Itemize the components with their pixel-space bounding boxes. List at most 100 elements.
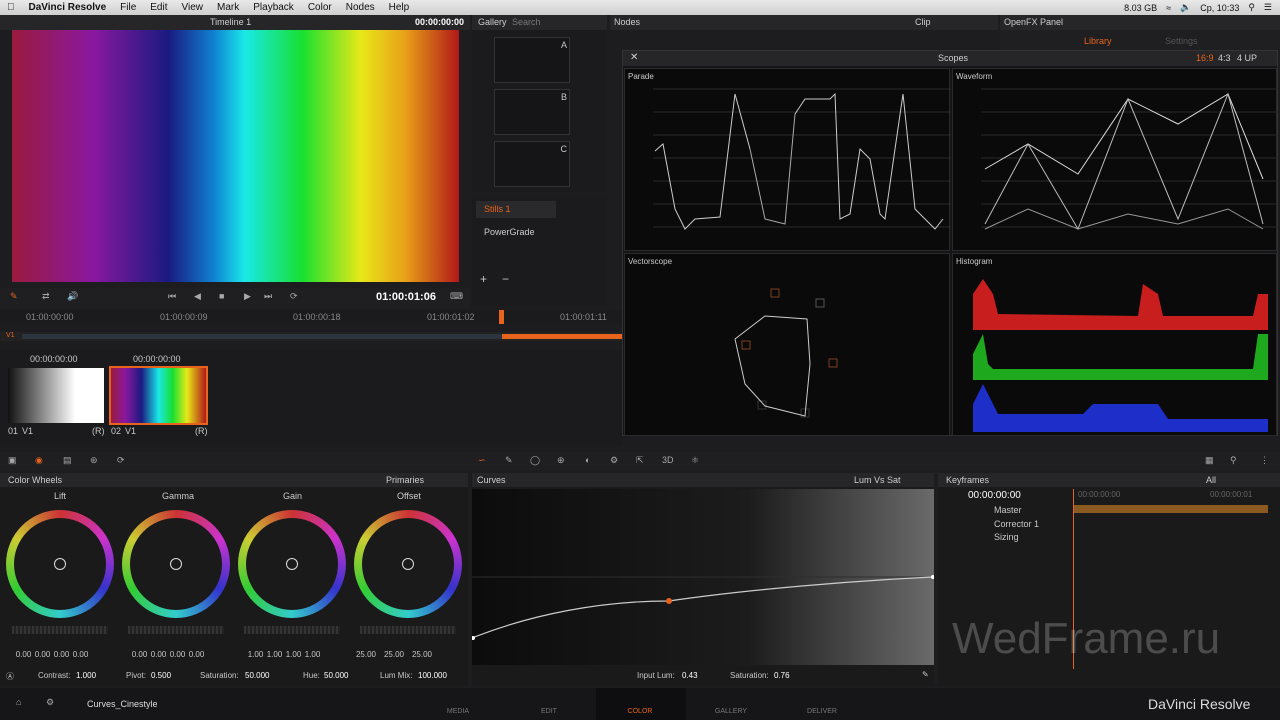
- menu-edit[interactable]: Edit: [143, 2, 174, 13]
- curves-mode-select[interactable]: Lum Vs Sat: [854, 475, 901, 485]
- step-back-icon[interactable]: ◀: [194, 291, 201, 302]
- grid-icon[interactable]: ▦: [1205, 455, 1214, 466]
- tab-color[interactable]: COLOR: [610, 708, 670, 715]
- home-icon[interactable]: ⌂: [16, 697, 21, 707]
- lift-jog[interactable]: [12, 626, 108, 634]
- skip-forward-icon[interactable]: ⏭: [264, 291, 272, 302]
- keyframes-filter[interactable]: All: [1206, 475, 1216, 485]
- loop-icon[interactable]: ⟳: [290, 291, 298, 302]
- settings-icon[interactable]: ⚙: [46, 697, 54, 708]
- more-icon[interactable]: ⋮: [1260, 455, 1269, 466]
- gallery-search[interactable]: Search: [512, 17, 541, 27]
- saturation-output-value[interactable]: 0.76: [774, 671, 790, 680]
- tab-library[interactable]: Library: [1084, 36, 1112, 46]
- list-icon[interactable]: ☰: [1264, 2, 1272, 13]
- zoom-icon[interactable]: ⚲: [1230, 455, 1237, 466]
- layout-select[interactable]: 4 UP: [1237, 53, 1257, 63]
- add-icon[interactable]: +: [480, 272, 487, 286]
- timeline-title[interactable]: Timeline 1: [210, 17, 251, 27]
- primaries-select[interactable]: Primaries: [386, 475, 424, 485]
- gain-wheel[interactable]: [238, 510, 346, 618]
- offset-values[interactable]: 25.00 25.00 25.00: [352, 650, 436, 659]
- tab-media[interactable]: MEDIA: [428, 708, 488, 715]
- eyedropper-icon[interactable]: ✎: [10, 291, 18, 302]
- tab-edit[interactable]: EDIT: [519, 708, 579, 715]
- lift-wheel[interactable]: [6, 510, 114, 618]
- speaker-icon[interactable]: 🔊: [67, 291, 78, 302]
- curves-icon[interactable]: ∽: [478, 455, 486, 466]
- nodes-icon[interactable]: ⊛: [90, 455, 98, 466]
- refresh-icon[interactable]: ⟳: [117, 455, 125, 466]
- contrast-value[interactable]: 1.000: [76, 671, 96, 680]
- timeline-ruler[interactable]: 01:00:00:00 01:00:00:09 01:00:00:18 01:0…: [0, 310, 622, 324]
- menu-help[interactable]: Help: [382, 2, 417, 13]
- color-wheels-icon[interactable]: ◉: [35, 455, 43, 466]
- kf-corrector[interactable]: Corrector 1: [994, 519, 1039, 529]
- curve-point[interactable]: [666, 598, 672, 604]
- menu-view[interactable]: View: [175, 2, 211, 13]
- gamma-values[interactable]: 0.00 0.00 0.00 0.00: [130, 650, 206, 659]
- still-a[interactable]: A: [494, 37, 570, 83]
- menu-color[interactable]: Color: [301, 2, 339, 13]
- album-stills[interactable]: Stills 1: [476, 201, 556, 218]
- blur-icon[interactable]: ◐: [585, 455, 590, 465]
- menu-nodes[interactable]: Nodes: [339, 2, 382, 13]
- apple-icon[interactable]: : [0, 2, 22, 13]
- auto-balance-icon[interactable]: Ⓐ: [6, 671, 14, 682]
- stop-icon[interactable]: ■: [219, 291, 224, 301]
- gain-values[interactable]: 1.00 1.00 1.00 1.00: [246, 650, 322, 659]
- app-menu[interactable]: DaVinci Resolve: [22, 2, 114, 13]
- shuffle-icon[interactable]: ⇄: [42, 291, 50, 302]
- skip-back-icon[interactable]: ⏮: [168, 291, 176, 302]
- menu-mark[interactable]: Mark: [210, 2, 246, 13]
- gamma-puck[interactable]: [170, 558, 182, 570]
- clip-1-track[interactable]: [22, 334, 502, 339]
- input-lum-value[interactable]: 0.43: [682, 671, 698, 680]
- bars-icon[interactable]: ▤: [63, 455, 72, 466]
- gain-puck[interactable]: [286, 558, 298, 570]
- hue-value[interactable]: 50.000: [324, 671, 348, 680]
- play-icon[interactable]: ▶: [244, 291, 251, 302]
- kf-master[interactable]: Master: [994, 505, 1022, 515]
- curves-graph[interactable]: [472, 489, 934, 665]
- album-powergrade[interactable]: PowerGrade: [484, 227, 535, 237]
- window-icon[interactable]: ◯: [530, 455, 540, 466]
- 3d-icon[interactable]: 3D: [662, 455, 674, 465]
- gamma-wheel[interactable]: [122, 510, 230, 618]
- nodes-clip-mode[interactable]: Clip: [915, 17, 931, 27]
- close-icon[interactable]: ✕: [630, 52, 638, 63]
- clip-thumb-2[interactable]: [109, 366, 208, 425]
- flask-icon[interactable]: ⚛: [691, 455, 699, 466]
- clip-thumb-1[interactable]: [8, 368, 104, 423]
- clock[interactable]: Ср, 10:33: [1200, 3, 1239, 13]
- gamma-jog[interactable]: [128, 626, 224, 634]
- saturation-value[interactable]: 50.000: [245, 671, 269, 680]
- tab-deliver[interactable]: DELIVER: [792, 708, 852, 715]
- keyboard-icon[interactable]: ⌨: [450, 291, 463, 302]
- still-b[interactable]: B: [494, 89, 570, 135]
- picker-icon[interactable]: ✎: [922, 670, 929, 679]
- pivot-value[interactable]: 0.500: [151, 671, 171, 680]
- qualifier-icon[interactable]: ✎: [505, 455, 513, 466]
- menu-playback[interactable]: Playback: [246, 2, 301, 13]
- gain-jog[interactable]: [244, 626, 340, 634]
- offset-puck[interactable]: [402, 558, 414, 570]
- wifi-icon[interactable]: ≈: [1166, 3, 1171, 13]
- tab-gallery[interactable]: GALLERY: [701, 708, 761, 715]
- lift-values[interactable]: 0.00 0.00 0.00 0.00: [14, 650, 90, 659]
- search-icon[interactable]: ⚲: [1248, 2, 1255, 13]
- remove-icon[interactable]: −: [502, 272, 509, 286]
- playhead[interactable]: [499, 310, 504, 324]
- offset-wheel[interactable]: [354, 510, 462, 618]
- volume-icon[interactable]: 🔈: [1180, 2, 1191, 13]
- kf-sizing[interactable]: Sizing: [994, 532, 1019, 542]
- clip-2-track[interactable]: [502, 334, 622, 339]
- still-c[interactable]: C: [494, 141, 570, 187]
- viewer-image[interactable]: [12, 30, 459, 282]
- lummix-value[interactable]: 100.000: [418, 671, 447, 680]
- sizing-icon[interactable]: ⇱: [636, 455, 644, 466]
- ratio-4-3[interactable]: 4:3: [1218, 53, 1231, 63]
- tab-settings[interactable]: Settings: [1165, 36, 1198, 46]
- tracker-icon[interactable]: ⊕: [557, 455, 565, 466]
- ratio-16-9[interactable]: 16:9: [1196, 53, 1214, 63]
